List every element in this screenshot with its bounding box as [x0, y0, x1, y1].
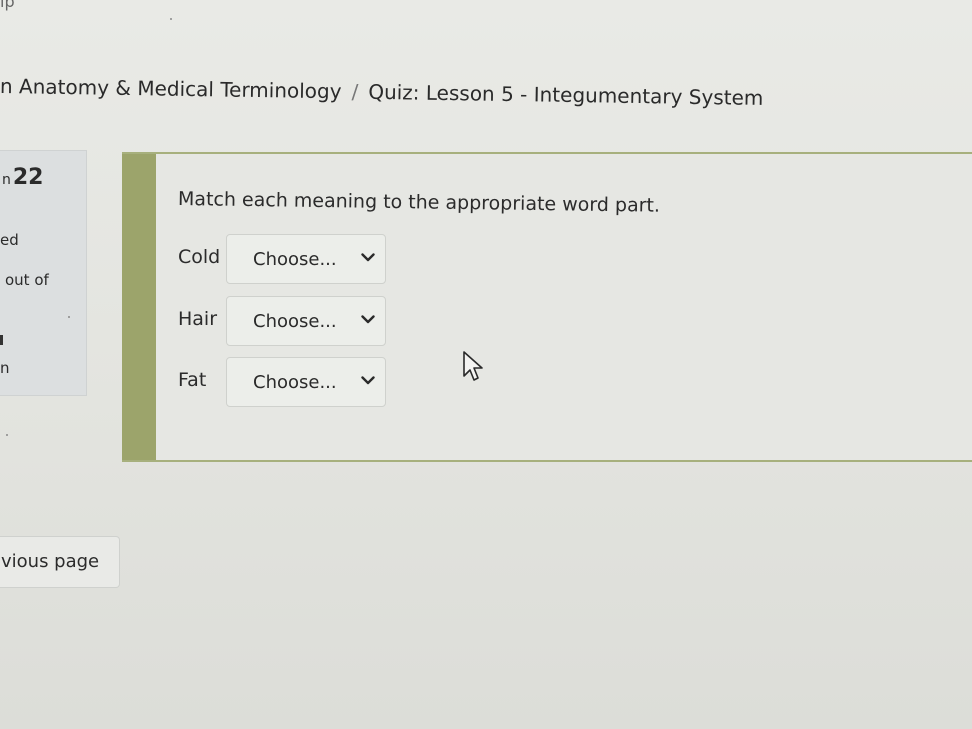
select-value: Choose... [253, 249, 337, 270]
question-accent-bar [122, 154, 156, 460]
previous-page-button[interactable]: vious page [0, 536, 120, 588]
breadcrumb: n Anatomy & Medical Terminology / Quiz: Le… [0, 74, 764, 110]
mouse-cursor-icon [463, 351, 483, 381]
question-number-value: 22 [12, 165, 44, 190]
chevron-down-icon [361, 376, 375, 385]
flag-question-link[interactable]: n [0, 359, 10, 377]
screen-speck [68, 316, 70, 318]
select-value: Choose... [253, 311, 337, 332]
question-number-prefix: n [2, 172, 11, 188]
breadcrumb-course-link[interactable]: n Anatomy & Medical Terminology [0, 74, 342, 103]
question-content: Match each meaning to the appropriate wo… [122, 152, 972, 462]
top-fragment: ıp [0, 0, 15, 11]
chevron-down-icon [361, 253, 375, 262]
flag-icon[interactable] [0, 335, 3, 345]
match-select-cold[interactable]: Choose... [226, 234, 386, 284]
screen-speck [6, 434, 8, 436]
match-select-hair[interactable]: Choose... [226, 296, 386, 346]
chevron-down-icon [361, 315, 375, 324]
breadcrumb-current-page: Quiz: Lesson 5 - Integumentary System [368, 79, 764, 110]
select-value: Choose... [253, 372, 337, 393]
match-term: Cold [178, 246, 221, 268]
breadcrumb-separator: / [351, 79, 359, 104]
question-marks: out of [5, 271, 49, 289]
match-term: Fat [178, 369, 207, 391]
question-prompt: Match each meaning to the appropriate wo… [177, 188, 661, 217]
match-select-fat[interactable]: Choose... [226, 357, 386, 407]
question-number: n22 [2, 165, 44, 190]
question-state: ed [0, 231, 19, 249]
question-info-panel: n22 ed out of n [0, 150, 87, 396]
screen-speck [170, 18, 172, 20]
match-term: Hair [178, 308, 218, 330]
